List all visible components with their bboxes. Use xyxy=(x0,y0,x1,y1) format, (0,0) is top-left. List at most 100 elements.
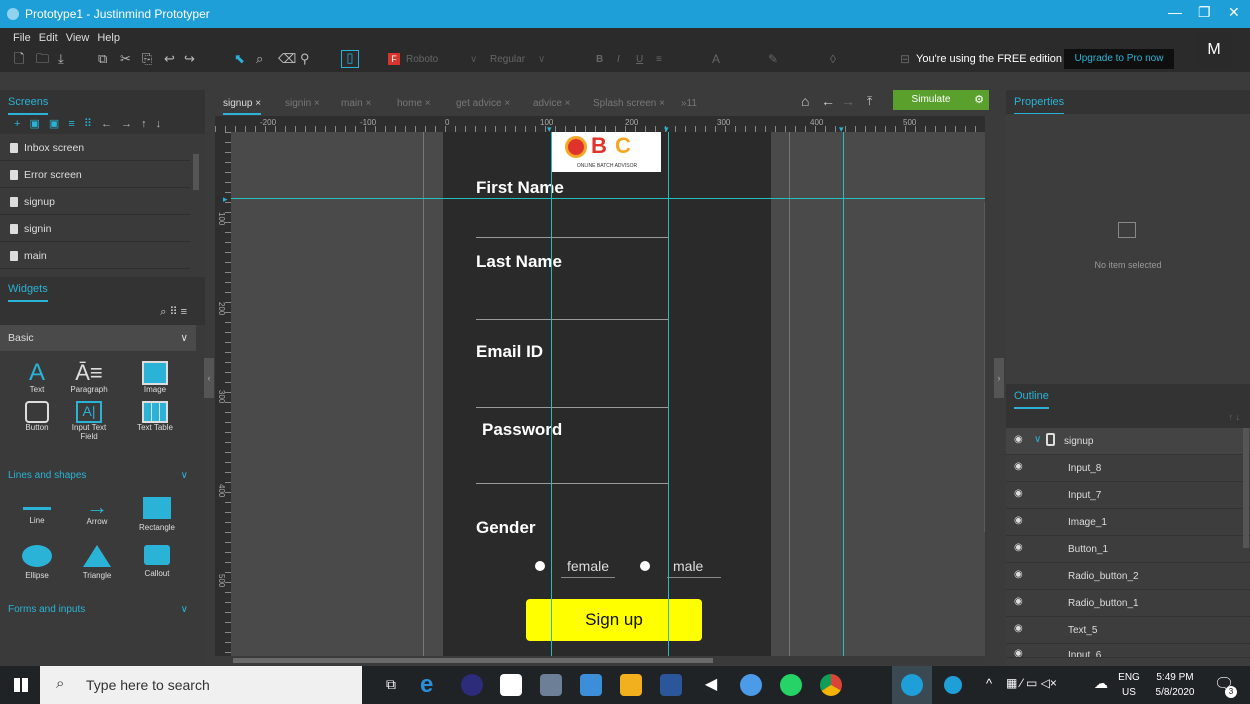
simulate-button[interactable]: Simulate xyxy=(893,90,969,110)
screen-item-error[interactable]: Error screen xyxy=(0,161,190,188)
widget-button[interactable]: Button xyxy=(12,401,62,432)
device-screen[interactable]: B C ONLINE BATCH ADVISOR First Name Last… xyxy=(443,132,771,656)
cut-icon[interactable]: ✂ xyxy=(120,52,131,66)
tray-chevron-icon[interactable]: ^ xyxy=(986,676,992,691)
outline-item[interactable]: ◉ Radio_button_1 xyxy=(1006,590,1250,617)
copy-icon[interactable]: ⧉ xyxy=(98,52,107,66)
clock[interactable]: 5:49 PM 5/8/2020 xyxy=(1150,670,1200,700)
vertical-guide[interactable] xyxy=(843,132,844,656)
outline-item[interactable]: ◉ Input_7 xyxy=(1006,482,1250,509)
guide-marker-icon[interactable]: ▸ xyxy=(223,194,228,205)
close-icon[interactable]: ✕ xyxy=(1228,4,1240,21)
outline-root[interactable]: ◉ ∨ signup xyxy=(1006,428,1250,455)
collapse-left-icon[interactable]: ‹ xyxy=(204,358,214,398)
align-icon[interactable]: ≡ xyxy=(656,54,662,65)
zoom-icon[interactable]: ⌕ xyxy=(256,52,263,66)
file-explorer-icon[interactable] xyxy=(620,674,642,696)
widget-line[interactable]: Line xyxy=(12,497,62,525)
female-option[interactable]: female xyxy=(561,558,615,578)
tab-home[interactable]: home × xyxy=(397,98,431,109)
italic-icon[interactable]: I xyxy=(617,54,620,65)
tabs-overflow[interactable]: »11 xyxy=(681,98,697,109)
widgets-category-select[interactable]: Basic ∨ xyxy=(0,325,196,351)
forms-inputs-header[interactable]: Forms and inputs ∨ xyxy=(0,599,196,619)
widget-input[interactable]: A| Input Text Field xyxy=(64,401,114,441)
vertical-guide[interactable] xyxy=(551,132,552,656)
underline-icon[interactable]: U xyxy=(636,54,643,65)
word-icon[interactable] xyxy=(660,674,682,696)
whatsapp-icon[interactable] xyxy=(780,674,802,696)
language-indicator[interactable]: ENG US xyxy=(1116,670,1142,700)
outline-item[interactable]: ◉ Text_5 xyxy=(1006,617,1250,644)
last-name-input[interactable] xyxy=(476,319,668,320)
text-color-icon[interactable]: A xyxy=(712,52,720,66)
outline-scrollbar[interactable] xyxy=(1243,428,1249,548)
format-painter-icon[interactable]: ⚲ xyxy=(300,52,310,66)
menu-file[interactable]: File xyxy=(13,32,31,44)
eye-icon[interactable]: ◉ xyxy=(1014,488,1023,499)
widget-image[interactable]: Image xyxy=(130,361,180,394)
font-select[interactable]: Roboto xyxy=(406,54,438,65)
horizontal-guide[interactable] xyxy=(231,198,985,199)
widget-arrow[interactable]: → Arrow xyxy=(72,496,122,527)
photos-icon[interactable] xyxy=(580,674,602,696)
chevron-down-icon[interactable]: ∨ xyxy=(1034,434,1041,445)
fill-icon[interactable]: ◊ xyxy=(830,52,836,66)
new-icon[interactable]: 🗋 xyxy=(14,52,24,66)
screen-item-signin[interactable]: signin xyxy=(0,215,190,242)
password-input[interactable] xyxy=(476,483,668,484)
first-name-input[interactable] xyxy=(476,237,668,238)
onedrive-icon[interactable]: ☁ xyxy=(1094,675,1108,692)
widget-paragraph[interactable]: Ā≡ Paragraph xyxy=(64,361,114,395)
back-icon[interactable]: ← xyxy=(821,93,835,109)
male-option[interactable]: male xyxy=(667,558,721,578)
lines-shapes-header[interactable]: Lines and shapes ∨ xyxy=(0,465,196,485)
screen-item-inbox[interactable]: Inbox screen xyxy=(0,134,190,161)
android-studio-icon[interactable] xyxy=(740,674,762,696)
canvas-vscrollbar[interactable] xyxy=(984,202,985,532)
email-input[interactable] xyxy=(476,407,668,408)
font-chevron-icon[interactable]: ∨ xyxy=(470,54,477,65)
open-icon[interactable]: 🗀 xyxy=(36,52,49,66)
save-icon[interactable]: ⤓ xyxy=(58,52,64,66)
screen-tools-icon[interactable]: ▣ ▣ ≡ ⠿ xyxy=(29,118,101,130)
upgrade-button[interactable]: Upgrade to Pro now xyxy=(1064,49,1174,69)
collapse-right-icon[interactable]: › xyxy=(994,358,1004,398)
eraser-icon[interactable]: ⌫ xyxy=(278,52,296,66)
weight-select[interactable]: Regular xyxy=(490,54,525,65)
eye-icon[interactable]: ◉ xyxy=(1014,569,1023,580)
minimize-icon[interactable]: — xyxy=(1168,4,1182,20)
weight-chevron-icon[interactable]: ∨ xyxy=(538,54,545,65)
outline-item[interactable]: ◉ Image_1 xyxy=(1006,509,1250,536)
bold-icon[interactable]: B xyxy=(596,54,603,65)
eye-icon[interactable]: ◉ xyxy=(1014,434,1023,445)
collapse-icon[interactable]: ⤒ xyxy=(867,94,872,109)
canvas-hscrollbar[interactable] xyxy=(233,658,713,663)
male-radio[interactable] xyxy=(640,561,650,571)
taskbar-search[interactable]: ⌕ Type here to search xyxy=(40,666,362,704)
outline-item[interactable]: ◉ Button_1 xyxy=(1006,536,1250,563)
logo-image[interactable]: B C ONLINE BATCH ADVISOR xyxy=(551,132,661,172)
menu-edit[interactable]: Edit xyxy=(39,32,58,44)
pen-icon[interactable]: ✎ xyxy=(768,52,778,66)
outline-item[interactable]: ◉ Radio_button_2 xyxy=(1006,563,1250,590)
redo-icon[interactable]: ↪ xyxy=(184,52,195,66)
tab-get-advice[interactable]: get advice × xyxy=(456,98,510,109)
tab-main[interactable]: main × xyxy=(341,98,371,109)
widget-ellipse[interactable]: Ellipse xyxy=(12,545,62,580)
eye-icon[interactable]: ◉ xyxy=(1014,461,1023,472)
eye-icon[interactable]: ◉ xyxy=(1014,515,1023,526)
forward-icon[interactable]: → xyxy=(841,93,855,109)
device-icon[interactable]: ▯ xyxy=(341,50,359,68)
widget-text[interactable]: A Text xyxy=(12,361,62,395)
add-screen-icon[interactable]: + xyxy=(14,118,29,130)
undo-icon[interactable]: ↩ xyxy=(164,52,175,66)
menu-view[interactable]: View xyxy=(66,32,90,44)
gear-icon[interactable]: ⚙ xyxy=(969,90,989,110)
paste-icon[interactable]: ⎘ xyxy=(142,52,152,66)
outline-item[interactable]: ◉ Input_6 xyxy=(1006,644,1250,658)
chrome-icon[interactable] xyxy=(820,674,842,696)
windows-start-icon[interactable] xyxy=(14,678,28,692)
restore-icon[interactable]: ❐ xyxy=(1198,4,1211,21)
app-icon[interactable] xyxy=(540,674,562,696)
